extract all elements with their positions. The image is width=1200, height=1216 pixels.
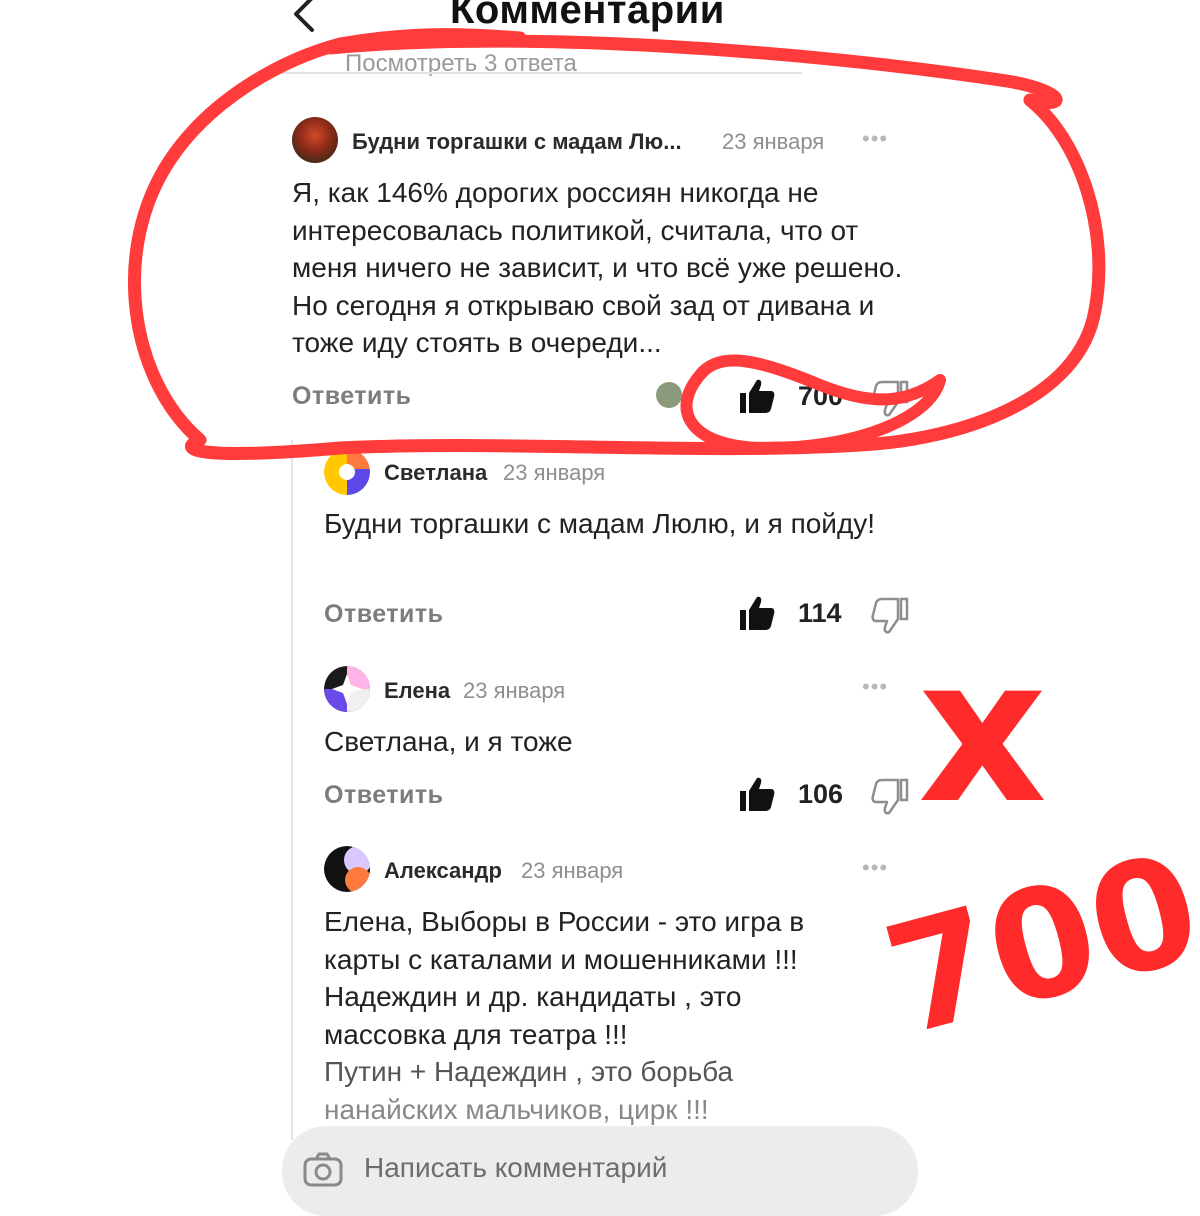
comment-text: Светлана, и я тоже <box>324 726 573 757</box>
avatar[interactable] <box>324 666 370 712</box>
comment-input-placeholder[interactable]: Написать комментарий <box>364 1152 667 1184</box>
reactor-avatar <box>656 382 682 408</box>
reply-button[interactable]: Ответить <box>292 382 412 411</box>
more-options-icon[interactable]: ••• <box>862 855 888 881</box>
avatar[interactable] <box>324 846 370 892</box>
like-count: 106 <box>798 779 844 809</box>
comment-date: 23 января <box>521 858 624 883</box>
thumbs-up-icon[interactable] <box>737 593 777 633</box>
comment-text: Елена, Выборы в России - это игра в карт… <box>324 903 884 1128</box>
camera-icon[interactable] <box>302 1148 344 1190</box>
page-title: Комментарии <box>450 0 725 32</box>
comment-date: 23 января <box>463 678 566 703</box>
thread-line <box>291 440 293 1140</box>
back-arrow-icon[interactable] <box>286 0 326 34</box>
more-options-icon[interactable]: ••• <box>862 126 888 152</box>
more-options-icon[interactable]: ••• <box>862 674 888 700</box>
like-count: 700 <box>798 381 844 411</box>
comment-text-line: Елена, Выборы в России - это игра в <box>324 906 805 937</box>
avatar[interactable] <box>324 449 370 495</box>
avatar[interactable] <box>292 117 338 163</box>
thumbs-down-icon[interactable] <box>870 378 910 418</box>
comment-author[interactable]: Александр <box>384 858 502 884</box>
thumbs-down-icon[interactable] <box>870 595 910 635</box>
annotation-x: x <box>918 615 1047 848</box>
comment-text-line: массовка для театра !!! <box>324 1018 628 1050</box>
comment-text-line: Надеждин и др. кандидаты , это <box>324 981 742 1012</box>
comment-text: Я, как 146% дорогих россиян никогда не и… <box>292 177 903 358</box>
thumbs-up-icon[interactable] <box>737 376 777 416</box>
comment-text-line: карты с каталами и мошенниками !!! <box>324 943 798 975</box>
reply-button[interactable]: Ответить <box>324 781 444 810</box>
comment-text: Будни торгашки с мадам Люлю, и я пойду! <box>324 508 876 539</box>
thumbs-up-icon[interactable] <box>737 774 777 814</box>
thumbs-down-icon[interactable] <box>870 776 910 816</box>
comment-text-line: Путин + Надеждин , это борьба <box>324 1056 734 1087</box>
comment-date: 23 января <box>503 460 606 485</box>
header-divider <box>262 72 802 74</box>
comment-date: 23 января <box>722 129 825 154</box>
comment-author[interactable]: Светлана <box>384 460 487 486</box>
annotation-count: 700 <box>869 821 1200 1070</box>
comment-author[interactable]: Елена <box>384 678 450 704</box>
like-count: 114 <box>798 598 842 628</box>
comment-author[interactable]: Будни торгашки с мадам Лю... <box>352 129 682 155</box>
reply-button[interactable]: Ответить <box>324 600 444 629</box>
comment-text-line: нанайских мальчиков, цирк !!! <box>324 1093 709 1125</box>
